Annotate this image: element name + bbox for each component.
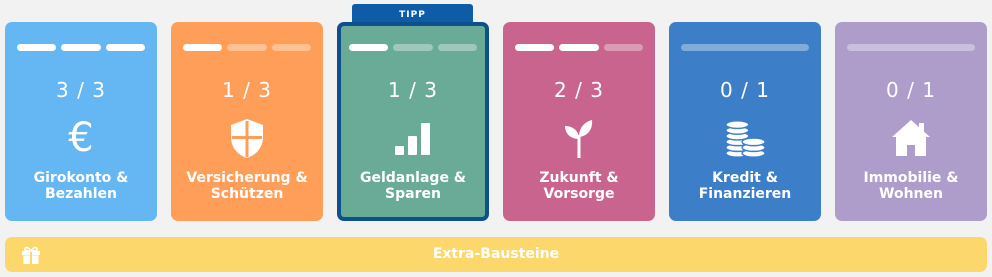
module-card-kredit[interactable]: 0 / 1 Kredit & Finanzieren <box>669 22 821 221</box>
progress-count: 3 / 3 <box>56 78 106 102</box>
extra-modules-label: Extra-Bausteine <box>432 246 560 262</box>
progress-bar <box>183 44 311 51</box>
euro-icon: € <box>68 115 94 161</box>
module-card-zukunft[interactable]: 2 / 3 Zukunft & Vorsorge <box>503 22 655 221</box>
progress-segment-open <box>393 44 433 51</box>
module-label: Girokonto & Bezahlen <box>33 170 129 202</box>
progress-count: 0 / 1 <box>720 78 770 102</box>
progress-bar <box>847 44 975 51</box>
progress-segment-open <box>681 44 809 51</box>
module-card-geldanlage[interactable]: 1 / 3 Geldanlage & Sparen <box>337 22 489 221</box>
progress-segment-open <box>271 44 311 51</box>
extra-modules-button[interactable]: Extra-Bausteine <box>5 237 987 272</box>
module-card-girokonto[interactable]: 3 / 3 € Girokonto & Bezahlen <box>5 22 157 221</box>
progress-segment-open <box>437 44 477 51</box>
module-label: Geldanlage & Sparen <box>359 170 467 202</box>
progress-segment-done <box>61 44 101 51</box>
house-icon <box>889 116 933 160</box>
progress-segment-done <box>515 44 555 51</box>
sprout-icon <box>557 116 601 160</box>
progress-segment-open <box>227 44 267 51</box>
module-card-versicherung[interactable]: 1 / 3 Versicherung & Schützen <box>171 22 323 221</box>
progress-bar <box>681 44 809 51</box>
progress-segment-done <box>559 44 599 51</box>
module-label: Immobilie & Wohnen <box>863 170 959 202</box>
progress-count: 0 / 1 <box>886 78 936 102</box>
progress-bar <box>349 44 477 51</box>
coins-icon <box>723 116 767 160</box>
progress-segment-done <box>349 44 389 51</box>
module-label: Versicherung & Schützen <box>186 170 308 202</box>
module-label: Kredit & Finanzieren <box>698 170 792 202</box>
progress-bar <box>17 44 145 51</box>
progress-count: 1 / 3 <box>222 78 272 102</box>
module-card-immobilie[interactable]: 0 / 1 Immobilie & Wohnen <box>835 22 987 221</box>
progress-segment-done <box>105 44 145 51</box>
module-label: Zukunft & Vorsorge <box>539 170 619 202</box>
progress-count: 2 / 3 <box>554 78 604 102</box>
progress-count: 1 / 3 <box>388 78 438 102</box>
progress-segment-done <box>17 44 57 51</box>
shield-icon <box>225 116 269 160</box>
progress-segment-open <box>603 44 643 51</box>
progress-segment-done <box>183 44 223 51</box>
progress-segment-open <box>847 44 975 51</box>
signal-bars-icon <box>391 116 435 160</box>
module-overview: TIPP 3 / 3 € Girokonto & Bezahlen 1 / 3 … <box>0 0 992 277</box>
progress-bar <box>515 44 643 51</box>
